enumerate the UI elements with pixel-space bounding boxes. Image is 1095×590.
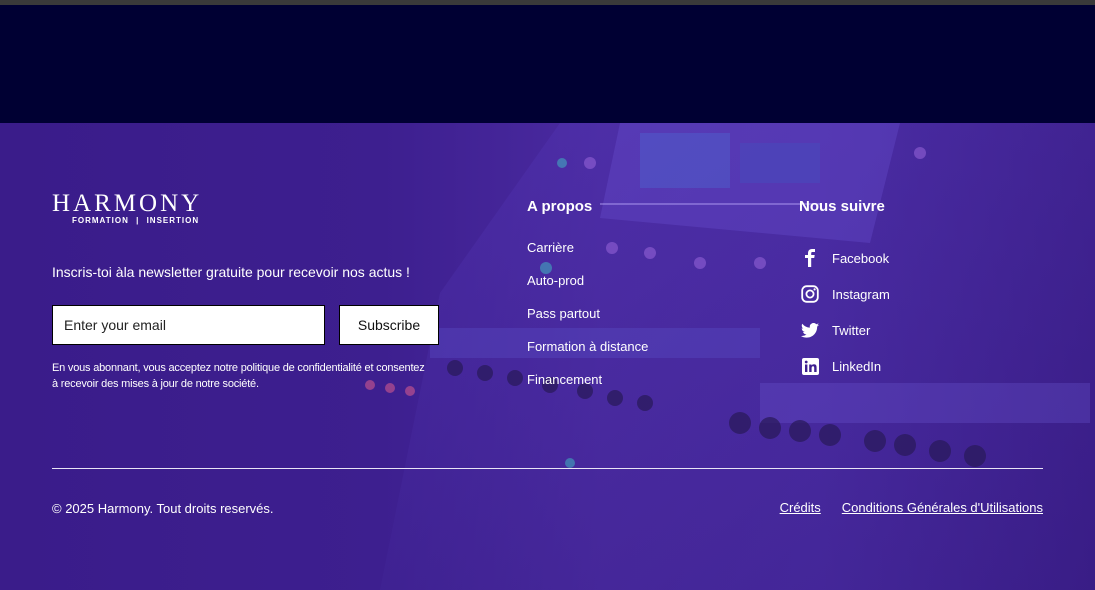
legal-line-1: En vous abonnant, vous acceptez notre po… (52, 362, 425, 374)
social-links-list: Facebook Instagram Twitter LinkedIn (800, 240, 890, 384)
logo-wordmark: HARMONY (52, 190, 203, 217)
newsletter-legal-text: En vous abonnant, vous acceptez notre po… (52, 360, 452, 392)
legal-links: Crédits Conditions Générales d'Utilisati… (780, 500, 1043, 515)
subscribe-button[interactable]: Subscribe (339, 305, 439, 345)
follow-heading: Nous suivre (799, 198, 885, 215)
logo-tagline: FORMATION | INSERTION (72, 216, 222, 225)
harmony-logo[interactable]: HARMONY FORMATION | INSERTION (52, 190, 222, 225)
linkedin-icon (800, 356, 820, 376)
about-heading: A propos (527, 198, 593, 215)
social-label-linkedin: LinkedIn (832, 358, 882, 374)
email-field[interactable] (52, 305, 325, 345)
social-link-instagram[interactable]: Instagram (800, 276, 890, 312)
twitter-icon (800, 320, 820, 340)
about-link-formation-a-distance[interactable]: Formation à distance (527, 339, 648, 372)
social-label-instagram: Instagram (832, 286, 890, 302)
credits-link[interactable]: Crédits (780, 500, 821, 515)
logo-tagline-separator: | (136, 216, 140, 225)
terms-link[interactable]: Conditions Générales d'Utilisations (842, 500, 1043, 515)
about-link-carriere[interactable]: Carrière (527, 240, 648, 273)
newsletter-heading: Inscris-toi àla newsletter gratuite pour… (52, 264, 410, 280)
social-label-facebook: Facebook (832, 250, 890, 266)
facebook-icon (800, 248, 820, 268)
footer-divider (52, 468, 1043, 469)
social-link-linkedin[interactable]: LinkedIn (800, 348, 890, 384)
social-link-twitter[interactable]: Twitter (800, 312, 890, 348)
logo-tagline-right: INSERTION (146, 216, 200, 225)
about-link-financement[interactable]: Financement (527, 372, 648, 405)
social-link-facebook[interactable]: Facebook (800, 240, 890, 276)
logo-tagline-left: FORMATION (72, 216, 129, 225)
about-links-list: Carrière Auto-prod Pass partout Formatio… (527, 240, 648, 405)
instagram-icon (800, 284, 820, 304)
about-link-pass-partout[interactable]: Pass partout (527, 306, 648, 339)
site-footer: HARMONY FORMATION | INSERTION Inscris-to… (0, 123, 1095, 590)
legal-line-2: à recevoir des mises à jour de notre soc… (52, 378, 259, 390)
social-label-twitter: Twitter (832, 322, 871, 338)
about-link-auto-prod[interactable]: Auto-prod (527, 273, 648, 306)
header-band (0, 5, 1095, 123)
copyright-text: © 2025 Harmony. Tout droits reservés. (52, 501, 274, 516)
